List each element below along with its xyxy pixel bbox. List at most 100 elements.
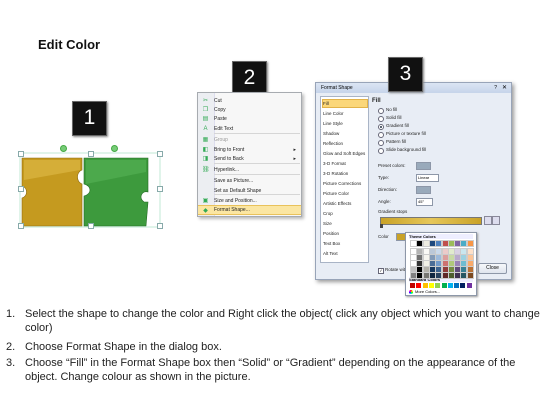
rotate-handle[interactable] (111, 145, 118, 152)
menu-item-save-as-picture[interactable]: Save as Picture... (198, 176, 301, 186)
fill-option-radio[interactable] (378, 140, 384, 146)
remove-stop-button[interactable] (492, 216, 500, 225)
category-picture-color[interactable]: Picture Color (323, 189, 366, 198)
direction-dropdown[interactable] (416, 186, 431, 194)
rotate-checkbox[interactable]: ✓ (378, 268, 384, 274)
section-title: Fill (372, 98, 381, 104)
category-picture-corrections[interactable]: Picture Corrections (323, 179, 366, 188)
category-crop[interactable]: Crop (323, 209, 366, 218)
menu-separator (214, 194, 300, 195)
edit-text-icon: A (203, 126, 208, 132)
color-palette-dropdown: Theme Colors Standard Colors More Colors… (405, 232, 477, 296)
menu-separator (214, 133, 300, 134)
puzzle-shapes[interactable] (18, 145, 163, 230)
category-artistic-effects[interactable]: Artistic Effects (323, 199, 366, 208)
selection-handle[interactable] (157, 186, 163, 192)
instruction-text: Choose Format Shape in the dialog box. (25, 341, 222, 353)
menu-item-label: Group (214, 137, 228, 143)
fill-option-label: Slide background fill (386, 147, 427, 152)
hyperlink-icon: ⛓ (202, 167, 210, 173)
angle-input[interactable]: 45° (416, 198, 433, 206)
standard-color-swatch[interactable] (447, 283, 453, 288)
category-3-d-rotation[interactable]: 3-D Rotation (323, 169, 366, 178)
menu-item-label: Save as Picture... (214, 178, 254, 184)
menu-item-label: Paste (214, 116, 227, 122)
category-line-style[interactable]: Line Style (323, 119, 366, 128)
standard-color-swatch[interactable] (410, 283, 415, 288)
category-position[interactable]: Position (323, 229, 366, 238)
menu-item-group[interactable]: ▦ Group (198, 135, 301, 145)
close-icon[interactable]: ✕ (502, 83, 507, 93)
standard-color-swatch[interactable] (466, 283, 472, 288)
selection-handle[interactable] (18, 186, 24, 192)
standard-color-swatch[interactable] (460, 283, 466, 288)
standard-color-swatch[interactable] (454, 283, 460, 288)
category-text-box[interactable]: Text Box (323, 239, 366, 248)
preset-colors-label: Preset colors: (378, 163, 406, 168)
menu-separator (214, 174, 300, 175)
cut-icon: ✂ (202, 98, 209, 104)
theme-color-swatch[interactable] (466, 240, 474, 247)
category-list: Fill Line Color Line Style Shadow Reflection… (320, 96, 369, 263)
standard-color-swatch[interactable] (428, 283, 434, 288)
default-shape-icon (202, 188, 209, 194)
add-stop-button[interactable] (484, 216, 492, 225)
fill-option-radio[interactable] (378, 116, 384, 122)
theme-colors-label: Theme Colors (409, 234, 473, 239)
instruction-3: 3. Choose “Fill” in the Format Shape box… (6, 356, 551, 384)
standard-color-swatch[interactable] (435, 283, 441, 288)
category-size[interactable]: Size (323, 219, 366, 228)
fill-option-radio[interactable] (378, 132, 384, 138)
step-1-badge: 1 (72, 101, 107, 136)
menu-item-format-shape[interactable]: ◆ Format Shape... (198, 205, 301, 215)
type-value: Linear (418, 175, 430, 180)
category-3-d-format[interactable]: 3-D Format (323, 159, 366, 168)
selection-handle[interactable] (18, 223, 24, 229)
selection-handle[interactable] (88, 223, 94, 229)
selection-handle[interactable] (157, 223, 163, 229)
instruction-1: 1. Select the shape to change the color … (6, 307, 551, 335)
selection-handle[interactable] (88, 151, 94, 157)
copy-icon: ❐ (202, 107, 209, 113)
type-dropdown[interactable]: Linear (416, 174, 439, 182)
category-shadow[interactable]: Shadow (323, 129, 366, 138)
help-button[interactable]: ? (494, 83, 497, 93)
step-3-badge: 3 (388, 57, 423, 92)
instruction-text: Choose “Fill” in the Format Shape box th… (25, 357, 516, 383)
fill-option-radio[interactable] (378, 148, 384, 154)
gradient-stops-bar[interactable] (380, 217, 482, 225)
instruction-number: 1. (6, 308, 16, 320)
color-label: Color (378, 234, 389, 239)
category-reflection[interactable]: Reflection (323, 139, 366, 148)
send-to-back-icon: ◨ (202, 156, 209, 162)
rotate-handle[interactable] (60, 145, 67, 152)
instruction-number: 3. (6, 357, 16, 369)
standard-color-swatch[interactable] (441, 283, 447, 288)
save-picture-icon (202, 178, 209, 184)
close-button[interactable]: Close (478, 263, 507, 274)
fill-option-label: Gradient fill (386, 123, 409, 128)
close-button-label: Close (486, 265, 499, 271)
category-line-color[interactable]: Line Color (323, 109, 366, 118)
angle-label: Angle: (378, 199, 391, 204)
standard-color-swatch[interactable] (416, 283, 422, 288)
category-fill[interactable]: Fill (322, 99, 368, 108)
fill-option-label: Picture or texture fill (386, 131, 426, 136)
selection-handle[interactable] (18, 151, 24, 157)
category-alt-text[interactable]: Alt Text (323, 249, 366, 258)
type-label: Type: (378, 175, 390, 180)
fill-option-radio[interactable] (378, 108, 384, 114)
gradient-stop-handle[interactable] (380, 224, 383, 228)
menu-item-paste[interactable]: ▤ Paste (198, 114, 301, 124)
more-colors-link[interactable]: More Colors... (415, 289, 440, 294)
selection-handle[interactable] (157, 151, 163, 157)
preset-colors-dropdown[interactable] (416, 162, 431, 170)
fill-option-radio[interactable] (378, 124, 384, 130)
dialog-title: Format Shape (321, 85, 353, 91)
category-glow-and-soft-edges[interactable]: Glow and Soft Edges (323, 149, 366, 158)
bring-to-front-icon: ◧ (202, 147, 209, 153)
angle-value: 45° (418, 199, 425, 204)
step-2-badge: 2 (232, 61, 267, 96)
theme-color-swatch[interactable] (466, 272, 474, 279)
standard-color-swatch[interactable] (422, 283, 428, 288)
